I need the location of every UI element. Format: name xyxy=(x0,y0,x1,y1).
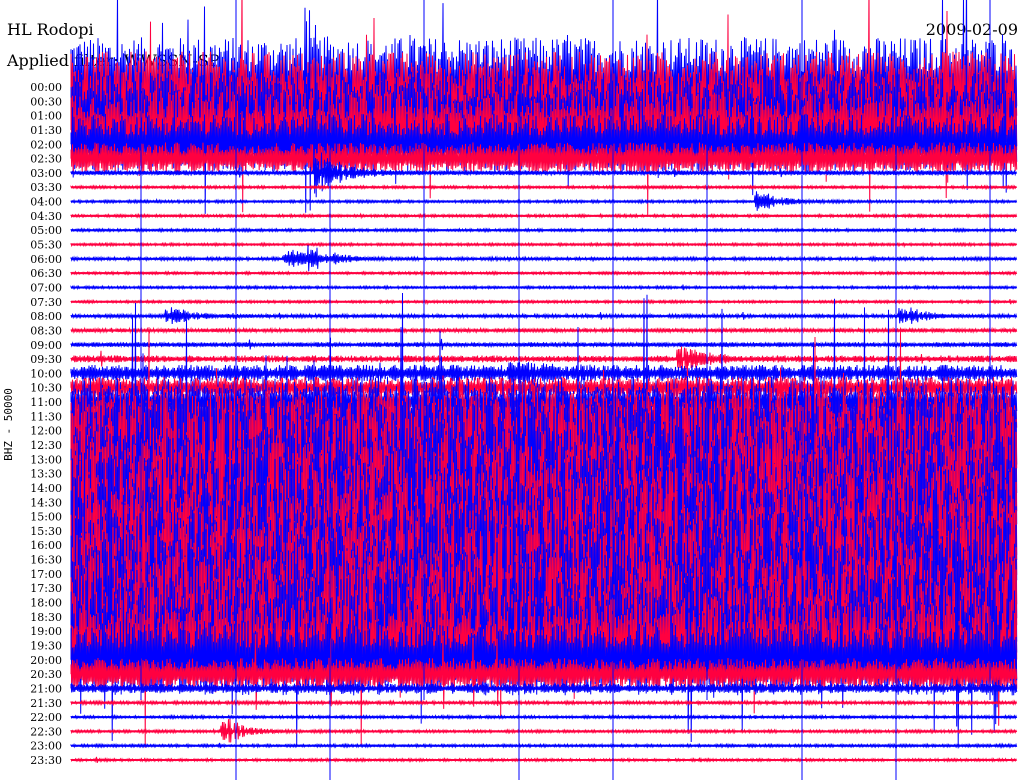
row-time-label: 16:30 xyxy=(30,554,62,567)
row-time-label: 00:30 xyxy=(30,95,62,108)
row-time-label: 19:00 xyxy=(30,625,62,638)
row-time-label: 02:30 xyxy=(30,153,62,166)
row-time-label: 04:00 xyxy=(30,196,62,209)
row-time-label: 10:30 xyxy=(30,382,62,395)
row-time-label: 21:00 xyxy=(30,682,62,695)
row-time-label: 03:00 xyxy=(30,167,62,180)
row-time-label: 22:00 xyxy=(30,711,62,724)
row-time-label: 13:30 xyxy=(30,468,62,481)
row-time-label: 15:00 xyxy=(30,511,62,524)
row-time-label: 23:00 xyxy=(30,740,62,753)
row-time-label: 07:00 xyxy=(30,281,62,294)
row-time-label: 04:30 xyxy=(30,210,62,223)
row-time-label: 18:00 xyxy=(30,597,62,610)
row-time-label: 06:00 xyxy=(30,253,62,266)
row-time-label: 16:00 xyxy=(30,539,62,552)
row-time-label: 17:30 xyxy=(30,582,62,595)
row-time-label: 22:30 xyxy=(30,725,62,738)
row-time-label: 01:00 xyxy=(30,110,62,123)
row-time-label: 18:30 xyxy=(30,611,62,624)
row-time-label: 14:30 xyxy=(30,496,62,509)
row-time-label: 21:30 xyxy=(30,697,62,710)
row-time-label: 20:30 xyxy=(30,668,62,681)
row-time-label: 07:30 xyxy=(30,296,62,309)
row-time-label: 17:00 xyxy=(30,568,62,581)
row-time-label: 06:30 xyxy=(30,267,62,280)
row-time-label: 20:00 xyxy=(30,654,62,667)
row-time-label: 05:00 xyxy=(30,224,62,237)
row-time-label: 08:00 xyxy=(30,310,62,323)
row-time-label: 11:00 xyxy=(30,396,62,409)
row-time-label: 09:00 xyxy=(30,339,62,352)
helicorder-chart: HL Rodopi Applied filter: WWSSN-SP 2009-… xyxy=(0,0,1024,780)
row-time-label: 11:30 xyxy=(30,410,62,423)
row-time-label: 23:30 xyxy=(30,754,62,767)
row-time-label: 10:00 xyxy=(30,367,62,380)
row-time-label: 14:00 xyxy=(30,482,62,495)
row-time-label: 01:30 xyxy=(30,124,62,137)
row-time-label: 15:30 xyxy=(30,525,62,538)
row-time-label: 03:30 xyxy=(30,181,62,194)
row-time-label: 09:30 xyxy=(30,353,62,366)
row-time-label: 05:30 xyxy=(30,239,62,252)
trace-plot: 00:0000:30 01:0001:3002:00 02:3003:0003:30… xyxy=(30,0,1018,780)
row-time-label: 08:30 xyxy=(30,324,62,337)
row-time-label: 00:00 xyxy=(30,81,62,94)
row-time-label: 19:30 xyxy=(30,639,62,652)
row-time-label: 13:00 xyxy=(30,453,62,466)
row-time-label: 12:00 xyxy=(30,425,62,438)
row-time-label: 02:00 xyxy=(30,138,62,151)
row-time-label: 12:30 xyxy=(30,439,62,452)
